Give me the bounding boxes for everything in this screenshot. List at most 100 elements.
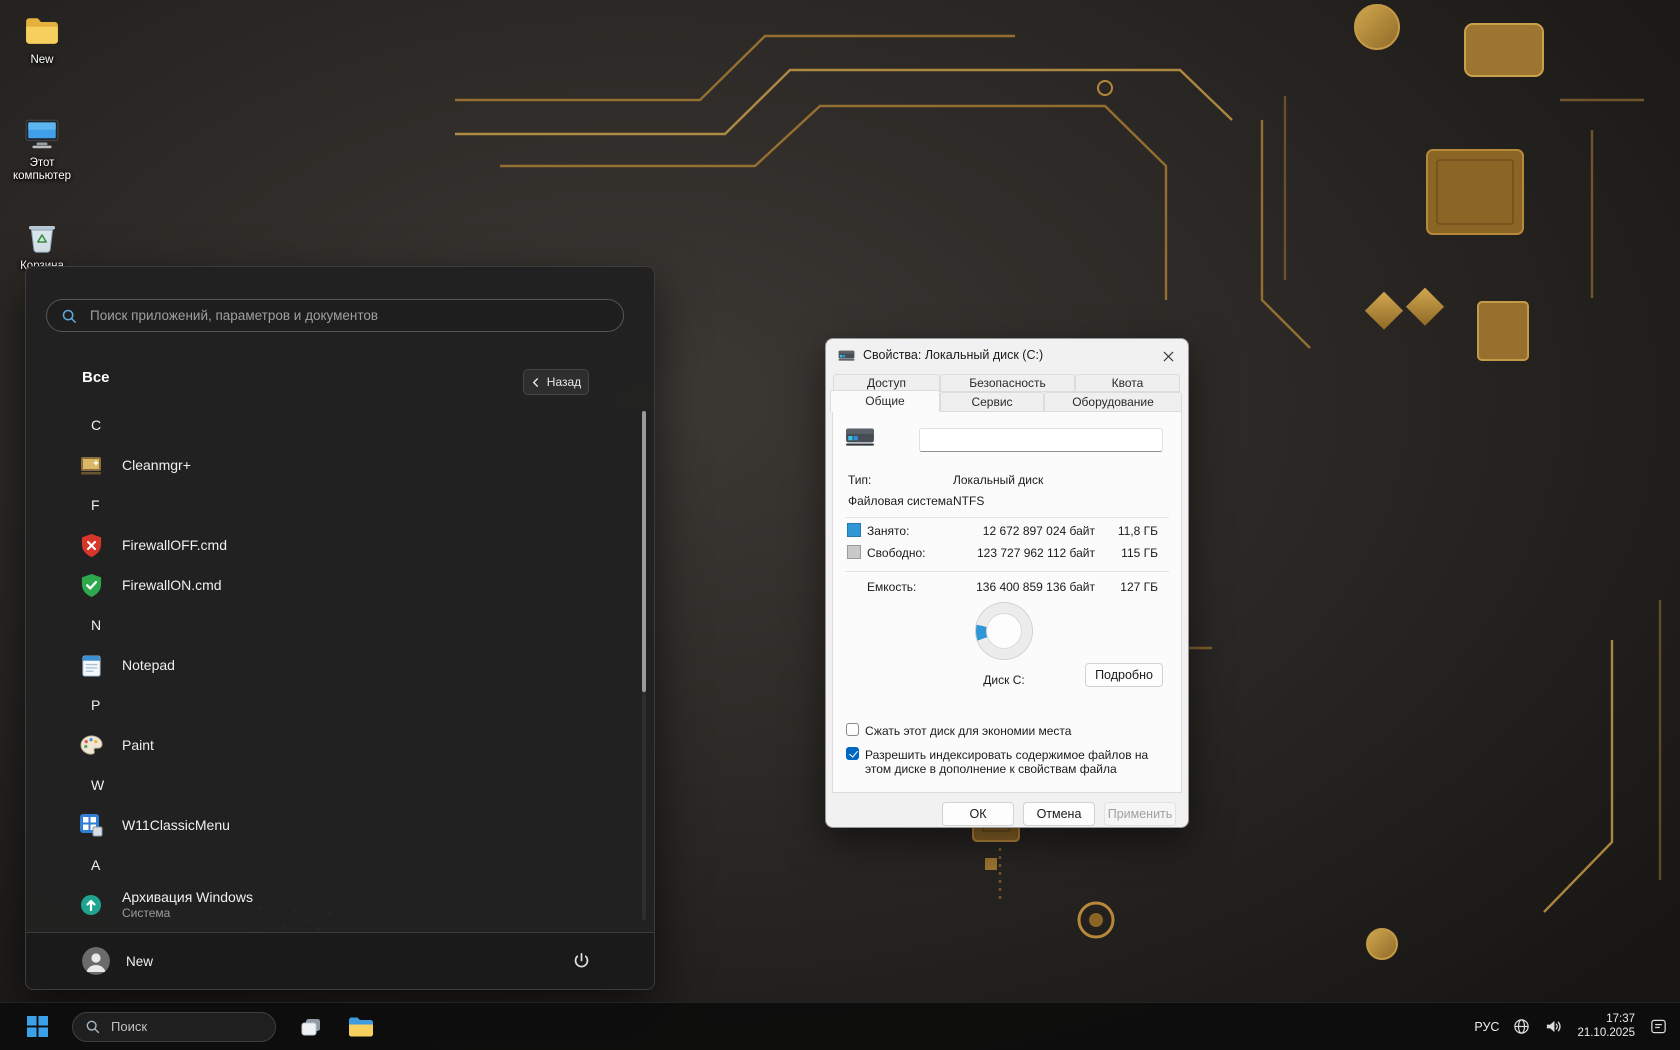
free-color-swatch: [847, 545, 861, 559]
section-letter-label: F: [91, 497, 100, 513]
tab-row-front: Общие Сервис Оборудование: [830, 392, 1182, 412]
notepad-icon: [78, 652, 104, 678]
close-icon[interactable]: [1156, 344, 1180, 368]
app-section-letter-c[interactable]: C: [26, 405, 654, 445]
date-label: 21.10.2025: [1577, 1027, 1635, 1039]
desktop: New Этот компьютер Корзина Все Назад C: [0, 0, 1680, 1050]
shield-x-icon: [78, 532, 104, 558]
dialog-title: Свойства: Локальный диск (C:): [863, 348, 1043, 362]
cancel-button[interactable]: Отмена: [1023, 802, 1095, 826]
type-row: Тип: Локальный диск: [833, 473, 1181, 488]
section-letter-label: A: [91, 857, 100, 873]
separator: [845, 571, 1169, 572]
all-apps-header: Все: [82, 369, 110, 386]
free-label: Свободно:: [867, 546, 926, 560]
file-explorer-icon[interactable]: [346, 1012, 376, 1042]
desktop-icon-new-folder[interactable]: New: [0, 12, 84, 67]
back-button-label: Назад: [547, 375, 581, 389]
app-item-firewall-on[interactable]: FirewallON.cmd: [26, 565, 654, 605]
drive-icon-large: [845, 424, 875, 448]
app-section-letter-w[interactable]: W: [26, 765, 654, 805]
app-list: C Cleanmgr+ F FirewallOFF.cmd FirewallON…: [26, 405, 654, 925]
details-button[interactable]: Подробно: [1085, 663, 1163, 687]
index-checkbox[interactable]: [846, 747, 859, 760]
app-label: FirewallOFF.cmd: [122, 537, 227, 553]
general-tab-panel: Тип: Локальный диск Файловая система: NT…: [832, 411, 1182, 793]
taskbar-search-box[interactable]: [72, 1012, 276, 1042]
filesystem-value: NTFS: [953, 494, 984, 508]
tab-hardware[interactable]: Оборудование: [1044, 392, 1182, 412]
app-item-notepad[interactable]: Notepad: [26, 645, 654, 685]
start-button[interactable]: [22, 1012, 52, 1042]
free-bytes: 123 727 962 112 байт: [943, 546, 1095, 560]
compress-checkbox-row[interactable]: Сжать этот диск для экономии места: [833, 723, 1181, 739]
start-menu-footer: New: [26, 932, 654, 989]
paint-icon: [78, 732, 104, 758]
desktop-icon-recycle-bin[interactable]: Корзина: [0, 218, 84, 273]
windows-logo-icon: [27, 1016, 48, 1037]
search-icon: [61, 308, 77, 324]
tab-quota[interactable]: Квота: [1075, 374, 1180, 392]
clock[interactable]: 17:37 21.10.2025: [1577, 1013, 1635, 1040]
speaker-icon[interactable]: [1544, 1018, 1563, 1035]
app-section-letter-p[interactable]: P: [26, 685, 654, 725]
desktop-icon-label: Этот компьютер: [0, 157, 84, 183]
power-button[interactable]: [572, 951, 591, 970]
shield-check-icon: [78, 572, 104, 598]
user-profile-button[interactable]: New: [82, 947, 153, 975]
separator: [845, 517, 1169, 518]
recycle-bin-icon: [27, 218, 57, 256]
taskbar-left: [22, 1003, 376, 1050]
dialog-title-bar[interactable]: Свойства: Локальный диск (C:): [826, 339, 1188, 371]
folder-icon: [24, 12, 60, 50]
tab-tools[interactable]: Сервис: [940, 392, 1044, 412]
capacity-size: 127 ГБ: [1101, 580, 1158, 594]
app-item-cleanmgr[interactable]: Cleanmgr+: [26, 445, 654, 485]
used-color-swatch: [847, 523, 861, 537]
app-section-letter-f[interactable]: F: [26, 485, 654, 525]
disk-usage-donut-chart: [976, 603, 1032, 659]
app-item-windows-backup[interactable]: Архивация Windows Система: [26, 885, 654, 925]
search-icon: [85, 1019, 100, 1034]
filesystem-row: Файловая система: NTFS: [833, 494, 1181, 509]
capacity-row: Емкость: 136 400 859 136 байт 127 ГБ: [833, 579, 1181, 595]
app-section-letter-a[interactable]: A: [26, 845, 654, 885]
filesystem-label: Файловая система:: [848, 494, 956, 508]
scrollbar-thumb[interactable]: [642, 411, 646, 692]
computer-icon: [24, 115, 60, 153]
section-letter-label: C: [91, 417, 101, 433]
app-item-paint[interactable]: Paint: [26, 725, 654, 765]
app-item-w11classicmenu[interactable]: W11ClassicMenu: [26, 805, 654, 845]
app-label: Notepad: [122, 657, 175, 673]
disk-name-label: Диск C:: [954, 673, 1054, 687]
capacity-label: Емкость:: [867, 580, 916, 594]
start-search-box[interactable]: [46, 299, 624, 332]
scrollbar[interactable]: [642, 411, 646, 920]
properties-dialog: Свойства: Локальный диск (C:) Доступ Без…: [825, 338, 1189, 828]
language-indicator[interactable]: РУС: [1474, 1020, 1499, 1034]
used-size: 11,8 ГБ: [1101, 524, 1158, 538]
app-label: Paint: [122, 737, 154, 753]
task-view-icon[interactable]: [296, 1012, 326, 1042]
ok-button[interactable]: ОК: [942, 802, 1014, 826]
back-button[interactable]: Назад: [523, 369, 589, 395]
desktop-icon-this-pc[interactable]: Этот компьютер: [0, 115, 84, 183]
used-label: Занято:: [867, 524, 909, 538]
notification-icon[interactable]: [1649, 1017, 1668, 1036]
network-globe-icon[interactable]: [1513, 1018, 1530, 1035]
compress-checkbox[interactable]: [846, 723, 859, 736]
app-section-letter-n[interactable]: N: [26, 605, 654, 645]
tab-security[interactable]: Безопасность: [940, 374, 1075, 392]
section-letter-label: W: [91, 777, 104, 793]
taskbar-search-input[interactable]: [109, 1018, 263, 1035]
free-size: 115 ГБ: [1101, 546, 1158, 560]
app-item-firewall-off[interactable]: FirewallOFF.cmd: [26, 525, 654, 565]
start-search-input[interactable]: [88, 307, 609, 324]
taskbar-tray: РУС 17:37 21.10.2025: [1474, 1003, 1668, 1050]
section-letter-label: P: [91, 697, 100, 713]
index-checkbox-row[interactable]: Разрешить индексировать содержимое файло…: [833, 747, 1181, 777]
apply-button[interactable]: Применить: [1104, 802, 1176, 826]
index-checkbox-label: Разрешить индексировать содержимое файло…: [865, 748, 1167, 776]
volume-label-input[interactable]: [919, 428, 1163, 452]
tab-general[interactable]: Общие: [830, 390, 940, 412]
